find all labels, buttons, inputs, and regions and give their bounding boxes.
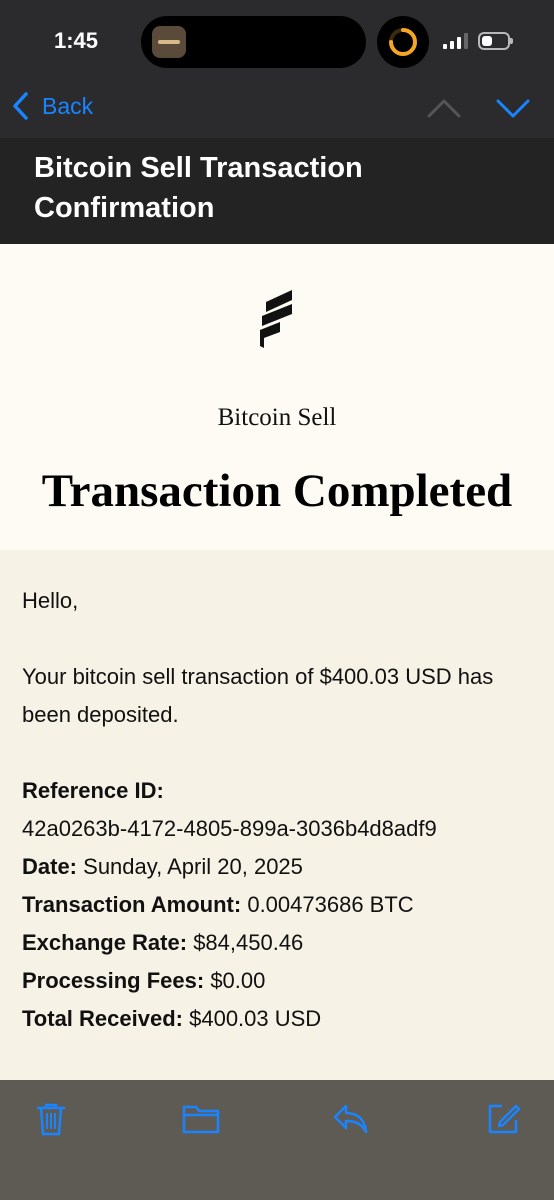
folder-icon[interactable] (182, 1102, 220, 1134)
total-row: Total Received: $400.03 USD (22, 1000, 542, 1038)
total-label: Total Received: (22, 1006, 183, 1031)
status-time: 1:45 (54, 28, 99, 53)
compose-icon[interactable] (486, 1102, 520, 1136)
back-button[interactable]: Back (12, 92, 93, 120)
rate-value: $84,450.46 (193, 930, 304, 955)
timer-activity[interactable] (377, 16, 429, 68)
email-subject-bar: Bitcoin Sell Transaction Confirmation (0, 138, 554, 244)
date-row: Date: Sunday, April 20, 2025 (22, 848, 542, 886)
chevron-left-icon (13, 92, 28, 120)
battery-icon (478, 32, 513, 50)
brand-logo-icon (260, 290, 292, 348)
reference-value: 42a0263b-4172-4805-899a-3036b4d8adf9 (22, 816, 437, 841)
timer-ring-icon (389, 28, 417, 56)
status-bar: 1:45 (0, 0, 554, 82)
date-label: Date: (22, 854, 78, 879)
media-thumbnail (152, 26, 186, 58)
trash-icon[interactable] (36, 1102, 66, 1136)
nav-bar: Back (0, 82, 554, 138)
reply-icon[interactable] (332, 1102, 368, 1134)
total-value: $400.03 USD (189, 1006, 322, 1031)
email-body: Hello, Your bitcoin sell transaction of … (0, 550, 554, 1080)
dynamic-island[interactable] (141, 16, 366, 68)
rate-row: Exchange Rate: $84,450.46 (22, 924, 542, 962)
back-label: Back (42, 92, 94, 119)
amount-label: Transaction Amount: (22, 892, 242, 917)
fees-row: Processing Fees: $0.00 (22, 962, 542, 1000)
amount-value: 0.00473686 BTC (247, 892, 414, 917)
fees-value: $0.00 (210, 968, 266, 993)
headline: Transaction Completed (41, 465, 513, 517)
rate-label: Exchange Rate: (22, 930, 188, 955)
reference-value-row: 42a0263b-4172-4805-899a-3036b4d8adf9 (22, 810, 542, 848)
message: Your bitcoin sell transaction of $400.03… (22, 664, 494, 727)
fees-label: Processing Fees: (22, 968, 205, 993)
email-subject: Bitcoin Sell Transaction Confirmation (34, 152, 363, 224)
date-value: Sunday, April 20, 2025 (83, 854, 303, 879)
chevron-down-icon[interactable] (495, 96, 531, 120)
mail-toolbar (0, 1080, 554, 1200)
greeting: Hello, (22, 588, 79, 613)
reference-label: Reference ID: (22, 778, 164, 803)
reference-row: Reference ID: (22, 772, 542, 810)
chevron-up-icon[interactable] (426, 96, 462, 120)
cellular-signal-icon (443, 33, 468, 49)
transaction-details: Reference ID: 42a0263b-4172-4805-899a-30… (22, 772, 542, 1038)
email-header: Bitcoin Sell Transaction Completed (0, 244, 554, 550)
amount-row: Transaction Amount: 0.00473686 BTC (22, 886, 542, 924)
brand-name: Bitcoin Sell (217, 404, 337, 431)
